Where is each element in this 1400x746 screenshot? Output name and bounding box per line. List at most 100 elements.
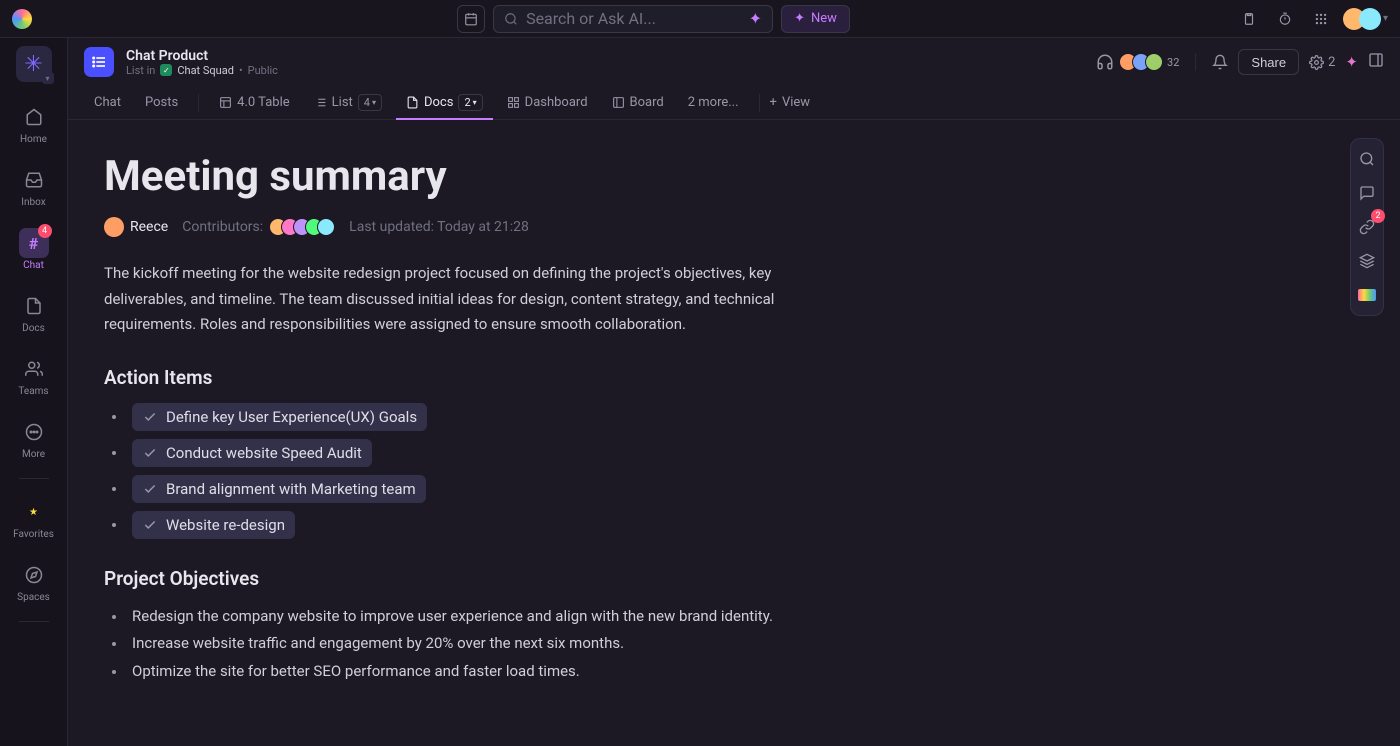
search-icon: [504, 12, 518, 26]
relations-button[interactable]: 2: [1353, 213, 1381, 241]
nav-inbox[interactable]: Inbox: [4, 157, 64, 216]
share-button[interactable]: Share: [1238, 49, 1299, 75]
clipboard-button[interactable]: [1235, 5, 1263, 33]
chevron-down-icon: ▾: [42, 72, 54, 84]
breadcrumb[interactable]: List in ✓ Chat Squad • Public: [126, 64, 278, 77]
nav-chat[interactable]: 4 # Chat: [4, 220, 64, 279]
viewers-avatars[interactable]: 32: [1124, 53, 1179, 71]
action-label: Brand alignment with Marketing team: [166, 480, 416, 498]
doc-paragraph[interactable]: The kickoff meeting for the website rede…: [104, 261, 804, 338]
doc-icon: [25, 297, 43, 315]
objective-item[interactable]: Optimize the site for better SEO perform…: [104, 659, 804, 685]
apps-button[interactable]: [1307, 5, 1335, 33]
bullet-icon: [112, 642, 116, 646]
tab-count: 4 ▾: [358, 94, 382, 111]
squad-chip-icon: ✓: [160, 64, 172, 76]
add-view-button[interactable]: + View: [770, 95, 811, 110]
settings-button[interactable]: 2: [1309, 55, 1335, 70]
check-icon[interactable]: [142, 445, 158, 461]
tab-dashboard[interactable]: Dashboard: [497, 87, 598, 119]
action-list: Define key User Experience(UX) Goals Con…: [104, 403, 1364, 539]
user-avatars[interactable]: ▾: [1343, 8, 1388, 30]
objective-item[interactable]: Redesign the company website to improve …: [104, 604, 804, 630]
theme-button[interactable]: [1353, 281, 1381, 309]
nav-spaces[interactable]: Spaces: [4, 552, 64, 611]
bullet-icon: [112, 487, 116, 491]
action-items-heading[interactable]: Action Items: [104, 366, 1364, 389]
timer-button[interactable]: [1271, 5, 1299, 33]
contributors[interactable]: Contributors:: [182, 218, 335, 236]
panel-toggle-button[interactable]: [1368, 52, 1384, 72]
action-item[interactable]: Conduct website Speed Audit: [104, 439, 1364, 467]
doc-body: Meeting summary Reece Contributors: Last…: [68, 120, 1400, 746]
dashboard-icon: [507, 96, 520, 109]
notifications-button[interactable]: [1212, 54, 1228, 70]
nav-label: Home: [20, 134, 47, 145]
nav-label: Docs: [22, 323, 45, 334]
plus-sparkle-icon: ✦: [794, 11, 805, 26]
tab-more[interactable]: 2 more...: [678, 87, 749, 119]
hash-icon: #: [29, 234, 38, 253]
nav-more[interactable]: More: [4, 409, 64, 468]
search-input[interactable]: Search or Ask AI... ✦: [493, 5, 773, 33]
inbox-icon: [25, 171, 43, 189]
avatar: [1145, 53, 1163, 71]
nav-favorites[interactable]: ★ Favorites: [4, 489, 64, 548]
doc-meta: Reece Contributors: Last updated: Today …: [104, 217, 1364, 237]
topbar: Search or Ask AI... ✦ ✦ New ▾: [0, 0, 1400, 38]
tab-chat[interactable]: Chat: [84, 87, 131, 119]
doc-title[interactable]: Meeting summary: [104, 152, 1364, 201]
compass-icon: [25, 566, 43, 584]
bullet-icon: [112, 670, 116, 674]
more-icon: [25, 423, 43, 441]
asterisk-icon: ✳: [24, 52, 42, 77]
avatar: [317, 218, 335, 236]
star-icon: ★: [29, 507, 38, 518]
app-logo[interactable]: [12, 9, 32, 29]
objectives-list: Redesign the company website to improve …: [104, 604, 804, 685]
nav-label: Chat: [23, 260, 44, 271]
tab-docs[interactable]: Docs 2 ▾: [396, 87, 493, 119]
breadcrumb-visibility: Public: [248, 64, 278, 77]
ai-sparkle-button[interactable]: ✦: [1345, 53, 1358, 71]
nav-docs[interactable]: Docs: [4, 283, 64, 342]
action-label: Conduct website Speed Audit: [166, 444, 362, 462]
objective-item[interactable]: Increase website traffic and engagement …: [104, 631, 804, 657]
tab-count: 2 ▾: [458, 94, 482, 111]
tab-list[interactable]: List 4 ▾: [304, 87, 392, 119]
tab-board[interactable]: Board: [602, 87, 674, 119]
objectives-heading[interactable]: Project Objectives: [104, 567, 1364, 590]
nav-home[interactable]: Home: [4, 94, 64, 153]
nav-label: Spaces: [17, 592, 50, 603]
action-item[interactable]: Define key User Experience(UX) Goals: [104, 403, 1364, 431]
comments-button[interactable]: [1353, 179, 1381, 207]
author-chip[interactable]: Reece: [104, 217, 168, 237]
contributors-label: Contributors:: [182, 219, 263, 235]
action-item[interactable]: Website re-design: [104, 511, 1364, 539]
new-button[interactable]: ✦ New: [781, 5, 850, 33]
main-content: Chat Product List in ✓ Chat Squad • Publ…: [68, 38, 1400, 746]
left-sidebar: ✳ ▾ Home Inbox 4 # Chat Docs Teams More …: [0, 38, 68, 746]
workspace-switcher[interactable]: ✳ ▾: [16, 46, 52, 82]
divider: [759, 94, 760, 112]
ai-button[interactable]: [1353, 247, 1381, 275]
list-icon: [314, 96, 327, 109]
view-tabs: Chat Posts 4.0 Table List 4 ▾ Docs 2 ▾ D…: [68, 86, 1400, 120]
divider: [19, 621, 49, 622]
tab-table[interactable]: 4.0 Table: [209, 87, 299, 119]
avatar: [1359, 8, 1381, 30]
badge: 4: [38, 224, 52, 238]
divider: [19, 478, 49, 479]
tab-posts[interactable]: Posts: [135, 87, 188, 119]
check-icon[interactable]: [142, 409, 158, 425]
calendar-button[interactable]: [457, 5, 485, 33]
check-icon[interactable]: [142, 517, 158, 533]
list-icon[interactable]: [84, 47, 114, 77]
avatar: [104, 217, 124, 237]
breadcrumb-prefix: List in: [126, 64, 155, 77]
nav-teams[interactable]: Teams: [4, 346, 64, 405]
action-item[interactable]: Brand alignment with Marketing team: [104, 475, 1364, 503]
search-in-doc-button[interactable]: [1353, 145, 1381, 173]
check-icon[interactable]: [142, 481, 158, 497]
headphones-button[interactable]: [1096, 53, 1114, 71]
